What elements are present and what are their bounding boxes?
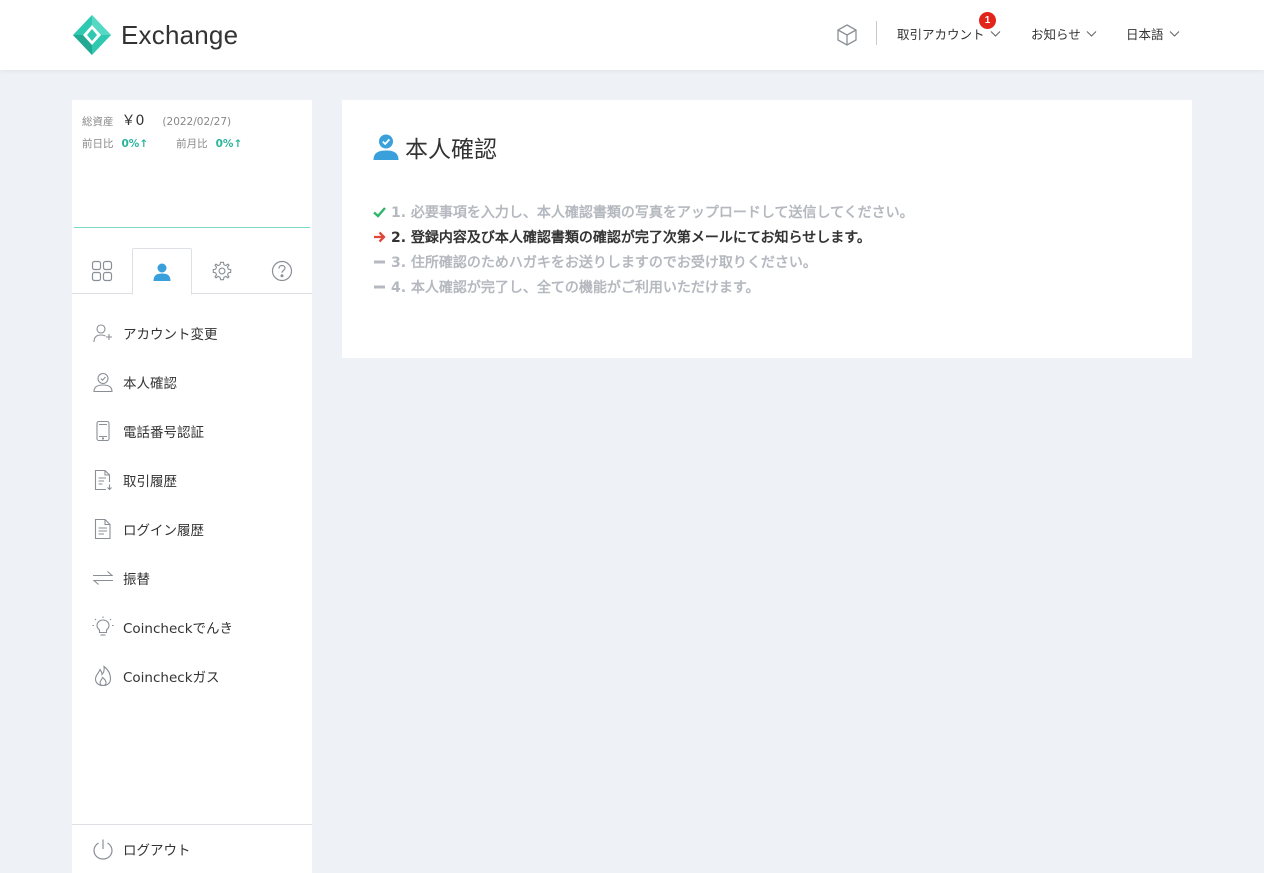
logout-button[interactable]: ログアウト <box>92 837 191 861</box>
chevron-down-icon <box>990 31 1000 37</box>
nav-language-label: 日本語 <box>1126 27 1164 42</box>
tab-dashboard[interactable] <box>72 248 132 294</box>
sidebar-item-label: 本人確認 <box>123 376 177 392</box>
tab-account[interactable] <box>132 248 192 295</box>
identity-verification-panel: 本人確認 1. 必要事項を入力し、本人確認書類の写真をアップロードして送信してく… <box>342 100 1192 358</box>
lightbulb-icon <box>92 616 114 636</box>
dash-icon <box>373 260 385 264</box>
check-icon <box>372 207 386 218</box>
dash-icon <box>373 285 385 289</box>
logo-text: Exchange <box>121 19 239 50</box>
sidebar-item-identity[interactable]: 本人確認 <box>92 370 177 394</box>
diamond-logo-icon <box>73 15 111 55</box>
top-header: Exchange 取引アカウント 1 お知らせ 日本語 <box>0 0 1264 70</box>
gear-icon <box>212 261 232 281</box>
month-change-value: 0%↑ <box>215 138 243 150</box>
sidebar-item-transfer[interactable]: 振替 <box>92 566 150 590</box>
user-verified-icon <box>373 134 399 160</box>
arrow-right-icon <box>373 231 386 243</box>
user-add-icon <box>93 324 112 343</box>
total-assets-label: 総資産 <box>82 116 114 128</box>
notification-badge: 1 <box>979 12 996 29</box>
tab-settings[interactable] <box>192 248 252 294</box>
sidebar-tabs <box>72 248 312 295</box>
sidebar-item-label: Coincheckガス <box>123 670 220 686</box>
logo[interactable]: Exchange <box>72 14 238 56</box>
phone-icon <box>96 420 110 442</box>
sidebar-item-trade-history[interactable]: 取引履歴 <box>92 468 177 492</box>
sidebar-item-label: ログイン履歴 <box>123 523 204 539</box>
sidebar-divider <box>72 824 312 825</box>
document-icon <box>94 518 111 540</box>
nav-language[interactable]: 日本語 <box>1126 24 1180 43</box>
header-divider <box>876 21 877 45</box>
step-text: 2. 登録内容及び本人確認書類の確認が完了次第メールにてお知らせします。 <box>391 230 871 246</box>
nav-notices[interactable]: お知らせ <box>1031 24 1097 43</box>
month-change-label: 前月比 <box>176 138 208 150</box>
sidebar: 総資産 ￥0 (2022/02/27) 前日比 0%↑ 前月比 0%↑ アカウン… <box>72 100 312 873</box>
grid-icon <box>91 260 113 282</box>
day-change-label: 前日比 <box>82 138 114 150</box>
day-change-value: 0%↑ <box>121 138 149 150</box>
sidebar-item-denki[interactable]: Coincheckでんき <box>92 615 233 639</box>
sidebar-item-phone[interactable]: 電話番号認証 <box>92 419 204 443</box>
total-assets-row: 総資産 ￥0 (2022/02/27) <box>82 110 231 130</box>
transfer-icon <box>92 571 114 585</box>
chevron-down-icon <box>1169 31 1179 37</box>
nav-notices-label: お知らせ <box>1031 27 1081 42</box>
nav-trade-account-label: 取引アカウント <box>897 27 985 42</box>
sidebar-item-label: 振替 <box>123 572 150 588</box>
step-text: 4. 本人確認が完了し、全ての機能がご利用いただけます。 <box>391 280 760 296</box>
step-1: 1. 必要事項を入力し、本人確認書類の写真をアップロードして送信してください。 <box>372 202 914 222</box>
user-icon <box>153 263 171 281</box>
sidebar-item-account-change[interactable]: アカウント変更 <box>92 321 218 345</box>
user-check-icon <box>93 372 113 393</box>
page-title: 本人確認 <box>372 130 497 164</box>
chevron-down-icon <box>1086 31 1097 37</box>
sidebar-item-label: 取引履歴 <box>123 474 177 490</box>
sidebar-item-login-history[interactable]: ログイン履歴 <box>92 517 204 541</box>
step-text: 1. 必要事項を入力し、本人確認書類の写真をアップロードして送信してください。 <box>391 205 914 221</box>
sidebar-item-label: アカウント変更 <box>123 327 218 343</box>
sidebar-item-label: 電話番号認証 <box>123 425 204 441</box>
logout-label: ログアウト <box>123 843 191 859</box>
total-assets-date: (2022/02/27) <box>162 116 232 128</box>
step-4: 4. 本人確認が完了し、全ての機能がご利用いただけます。 <box>372 277 760 297</box>
asset-chart-baseline <box>74 227 310 228</box>
tab-help[interactable] <box>252 248 312 294</box>
sidebar-item-gas[interactable]: Coincheckガス <box>92 664 220 688</box>
flame-icon <box>94 665 112 687</box>
cube-icon[interactable] <box>835 23 859 47</box>
step-2: 2. 登録内容及び本人確認書類の確認が完了次第メールにてお知らせします。 <box>372 227 871 247</box>
step-text: 3. 住所確認のためハガキをお送りしますのでお受け取りください。 <box>391 255 817 271</box>
help-icon <box>271 260 293 282</box>
total-assets-value: ￥0 <box>121 113 145 129</box>
power-icon <box>93 839 113 860</box>
step-3: 3. 住所確認のためハガキをお送りしますのでお受け取りください。 <box>372 252 817 272</box>
sidebar-item-label: Coincheckでんき <box>123 621 234 637</box>
page-title-text: 本人確認 <box>405 137 497 163</box>
change-row: 前日比 0%↑ 前月比 0%↑ <box>82 136 242 151</box>
document-download-icon <box>94 469 112 491</box>
